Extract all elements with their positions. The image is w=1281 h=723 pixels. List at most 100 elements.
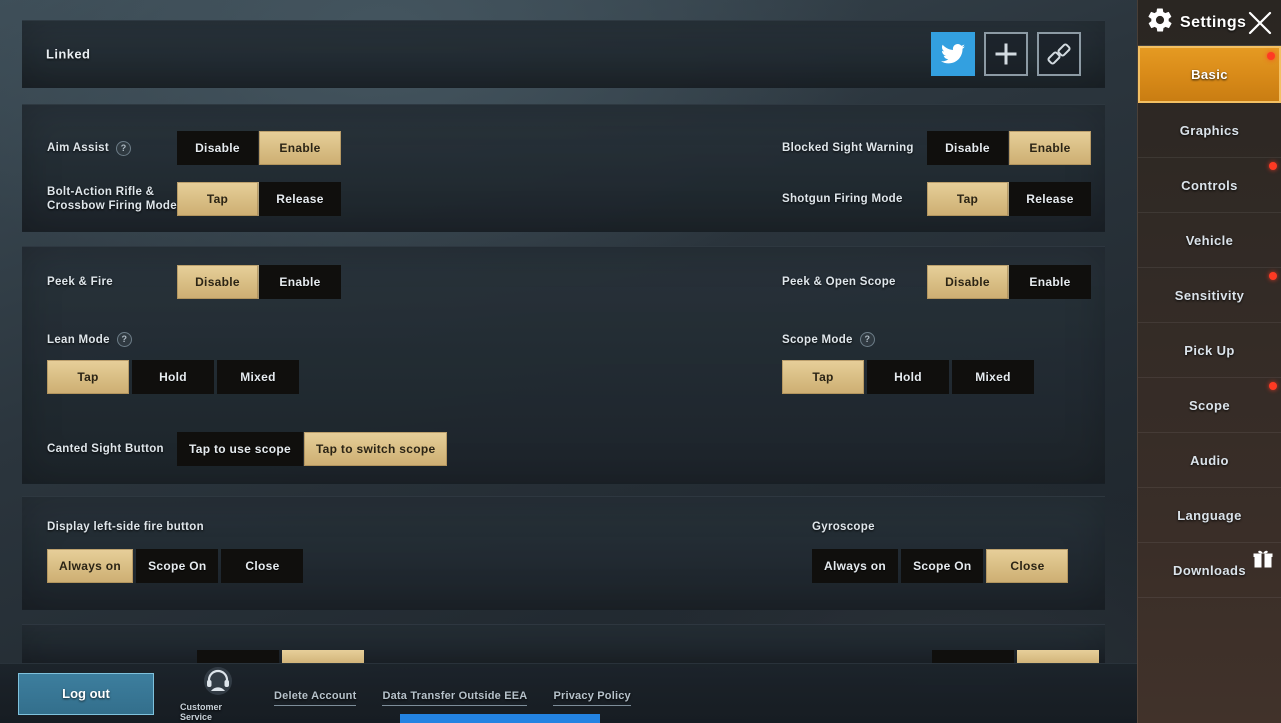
- peek-open-scope-toggle[interactable]: Disable Enable: [927, 265, 1091, 299]
- left-fire-button-toggle[interactable]: Always on Scope On Close: [47, 549, 304, 583]
- gyroscope-toggle[interactable]: Always on Scope On Close: [812, 549, 1069, 583]
- notification-dot: [1267, 52, 1275, 60]
- left-fire-option-scope-on[interactable]: Scope On: [136, 549, 219, 583]
- sidebar-item-controls[interactable]: Controls: [1138, 158, 1281, 213]
- bolt-action-option-release[interactable]: Release: [259, 182, 341, 216]
- peek-open-scope-option-disable[interactable]: Disable: [927, 265, 1009, 299]
- gear-icon: [1146, 6, 1174, 39]
- sidebar-item-label: Controls: [1181, 177, 1238, 193]
- sidebar-item-label: Graphics: [1179, 122, 1240, 138]
- scope-mode-label-group: Scope Mode ?: [782, 332, 1034, 347]
- help-icon[interactable]: ?: [116, 332, 132, 347]
- gift-icon: [1253, 549, 1273, 572]
- partial-toggle-left[interactable]: [197, 650, 367, 664]
- partial-option-left-b[interactable]: [282, 650, 364, 664]
- scope-mode-option-mixed[interactable]: Mixed: [952, 360, 1034, 394]
- canted-sight-toggle[interactable]: Tap to use scope Tap to switch scope: [177, 432, 448, 466]
- twitter-icon[interactable]: [931, 32, 975, 76]
- sidebar-item-label: Scope: [1188, 397, 1230, 413]
- link-data-transfer[interactable]: Data Transfer Outside EEA: [382, 690, 528, 706]
- blocked-sight-option-disable[interactable]: Disable: [927, 131, 1009, 165]
- peek-fire-option-enable[interactable]: Enable: [259, 265, 341, 299]
- shotgun-firing-toggle[interactable]: Tap Release: [927, 182, 1091, 216]
- setting-row-scope-mode: Scope Mode ? Tap Hold Mixed: [782, 332, 1034, 394]
- unlink-icon[interactable]: [1037, 32, 1081, 76]
- setting-row-shotgun-firing: Shotgun Firing Mode Tap Release: [782, 182, 1091, 216]
- sidebar-item-vehicle[interactable]: Vehicle: [1138, 213, 1281, 268]
- bolt-action-option-tap[interactable]: Tap: [177, 182, 259, 216]
- sidebar-item-sensitivity[interactable]: Sensitivity: [1138, 268, 1281, 323]
- logout-button[interactable]: Log out: [18, 672, 154, 715]
- linked-accounts-panel: Linked: [22, 20, 1105, 88]
- sidebar-header: Settings: [1138, 0, 1281, 46]
- fire-button-gyro-panel: Display left-side fire button Always on …: [22, 496, 1105, 610]
- peek-open-scope-option-enable[interactable]: Enable: [1009, 265, 1091, 299]
- settings-screen: Linked Aim Assist ? Disable Enable Bolt-…: [0, 0, 1281, 723]
- plus-icon[interactable]: [984, 32, 1028, 76]
- link-delete-account[interactable]: Delete Account: [274, 690, 357, 706]
- lean-mode-toggle[interactable]: Tap Hold Mixed: [47, 360, 299, 394]
- sidebar-item-audio[interactable]: Audio: [1138, 433, 1281, 488]
- gyroscope-option-scope-on[interactable]: Scope On: [901, 549, 984, 583]
- link-privacy-policy[interactable]: Privacy Policy: [553, 690, 631, 706]
- partial-option-right-b[interactable]: [1017, 650, 1099, 664]
- setting-row-bolt-action: Bolt-Action Rifle & Crossbow Firing Mode…: [47, 182, 341, 216]
- canted-sight-option-use-scope[interactable]: Tap to use scope: [177, 432, 304, 466]
- shotgun-firing-label: Shotgun Firing Mode: [782, 193, 903, 205]
- sidebar-item-scope[interactable]: Scope: [1138, 378, 1281, 433]
- lean-mode-option-tap[interactable]: Tap: [47, 360, 129, 394]
- left-fire-option-always-on[interactable]: Always on: [47, 549, 134, 583]
- scope-mode-toggle[interactable]: Tap Hold Mixed: [782, 360, 1034, 394]
- blocked-sight-label: Blocked Sight Warning: [782, 142, 914, 154]
- left-fire-option-close[interactable]: Close: [221, 549, 304, 583]
- setting-row-aim-assist: Aim Assist ? Disable Enable: [47, 131, 341, 165]
- bolt-action-label-line1: Bolt-Action Rifle &: [47, 186, 155, 198]
- sidebar-item-label: Language: [1177, 507, 1242, 523]
- sidebar-item-label: Audio: [1190, 452, 1229, 468]
- scope-mode-option-hold[interactable]: Hold: [867, 360, 949, 394]
- peek-fire-option-disable[interactable]: Disable: [177, 265, 259, 299]
- help-icon[interactable]: ?: [116, 140, 132, 156]
- sidebar-item-pick-up[interactable]: Pick Up: [1138, 323, 1281, 378]
- peek-fire-label: Peek & Fire: [47, 276, 113, 288]
- bolt-action-toggle[interactable]: Tap Release: [177, 182, 341, 216]
- aim-assist-option-enable[interactable]: Enable: [259, 131, 341, 165]
- settings-content: Linked Aim Assist ? Disable Enable Bolt-…: [0, 0, 1137, 723]
- partial-option-left-a[interactable]: [197, 650, 279, 664]
- next-settings-panel-partial: [22, 624, 1105, 664]
- aim-assist-option-disable[interactable]: Disable: [177, 131, 259, 165]
- linked-label: Linked: [46, 46, 91, 62]
- gyroscope-option-always-on[interactable]: Always on: [812, 549, 899, 583]
- partial-option-right-a[interactable]: [932, 650, 1014, 664]
- help-icon[interactable]: ?: [859, 332, 875, 347]
- close-icon[interactable]: [1245, 8, 1275, 38]
- peek-fire-toggle[interactable]: Disable Enable: [177, 265, 341, 299]
- sidebar-item-graphics[interactable]: Graphics: [1138, 103, 1281, 158]
- shotgun-firing-option-tap[interactable]: Tap: [927, 182, 1009, 216]
- gyroscope-option-close[interactable]: Close: [986, 549, 1069, 583]
- lean-mode-option-hold[interactable]: Hold: [132, 360, 214, 394]
- aim-assist-toggle[interactable]: Disable Enable: [177, 131, 341, 165]
- headset-icon: [201, 666, 235, 701]
- system-navigation-strip: [400, 714, 600, 723]
- notification-dot: [1269, 382, 1277, 390]
- setting-row-peek-fire: Peek & Fire Disable Enable: [47, 265, 341, 299]
- sidebar-item-language[interactable]: Language: [1138, 488, 1281, 543]
- peek-open-scope-label: Peek & Open Scope: [782, 276, 896, 288]
- scope-mode-option-tap[interactable]: Tap: [782, 360, 864, 394]
- sidebar-item-downloads[interactable]: Downloads: [1138, 543, 1281, 598]
- aim-assist-label: Aim Assist: [47, 142, 110, 154]
- blocked-sight-option-enable[interactable]: Enable: [1009, 131, 1091, 165]
- partial-toggle-right[interactable]: [932, 650, 1102, 664]
- sidebar-item-basic[interactable]: Basic: [1138, 46, 1281, 103]
- peek-scope-settings-panel: Peek & Fire Disable Enable Peek & Open S…: [22, 246, 1105, 484]
- sidebar-item-label: Vehicle: [1185, 232, 1234, 248]
- setting-row-left-fire-button: Display left-side fire button Always on …: [47, 517, 304, 583]
- canted-sight-label: Canted Sight Button: [47, 443, 164, 455]
- blocked-sight-toggle[interactable]: Disable Enable: [927, 131, 1091, 165]
- sidebar-item-label: Basic: [1191, 67, 1228, 82]
- lean-mode-option-mixed[interactable]: Mixed: [217, 360, 299, 394]
- canted-sight-option-switch-scope[interactable]: Tap to switch scope: [303, 432, 448, 466]
- shotgun-firing-option-release[interactable]: Release: [1009, 182, 1091, 216]
- customer-service-button[interactable]: Customer Service: [180, 666, 256, 722]
